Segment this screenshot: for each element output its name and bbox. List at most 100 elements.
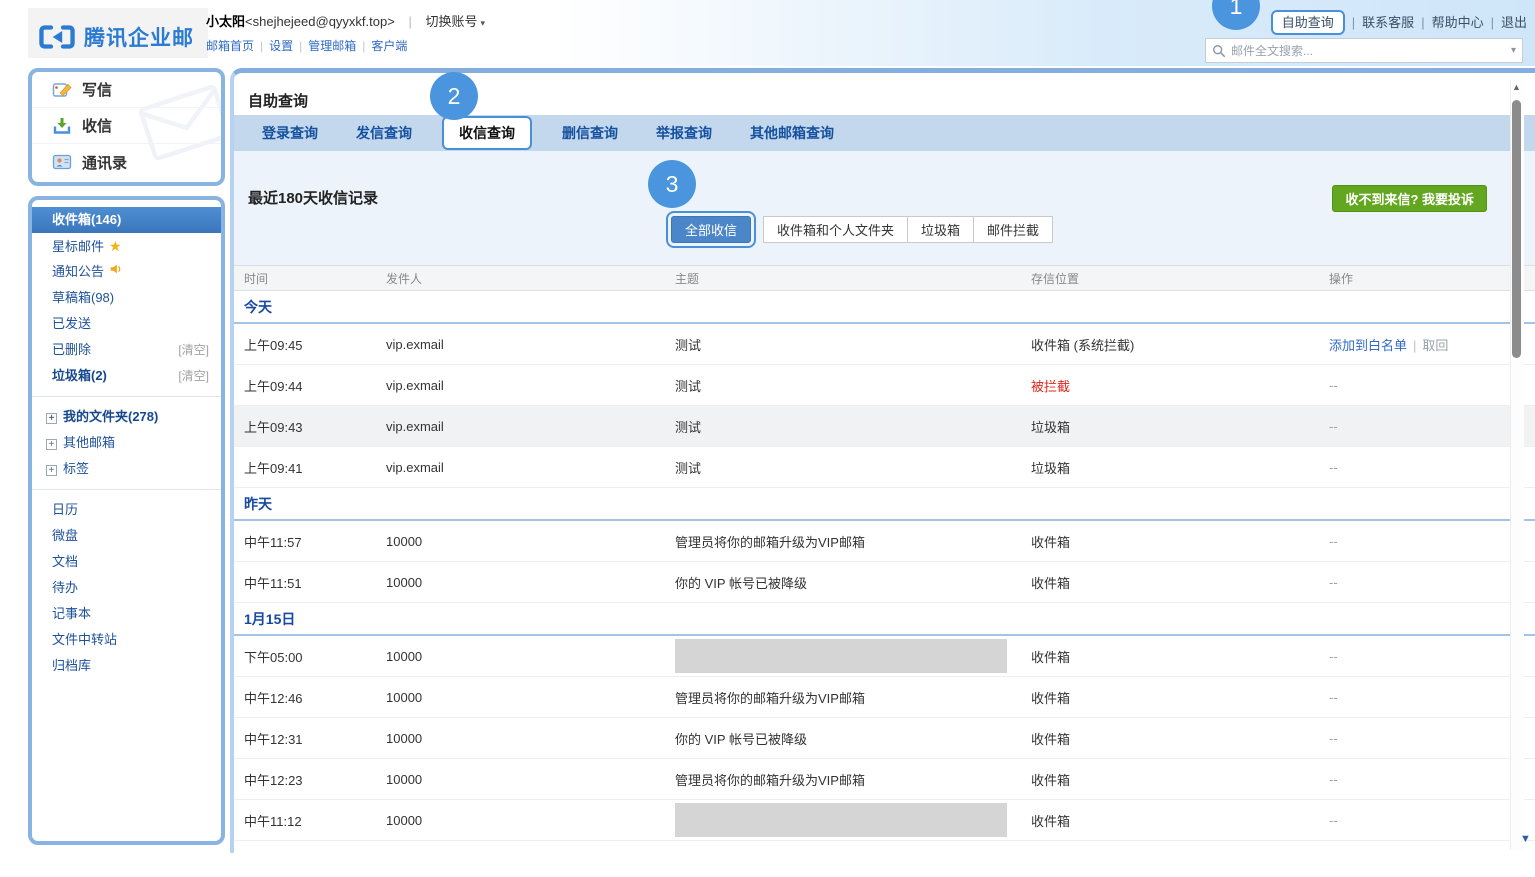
folder-label: 已删除 bbox=[52, 342, 91, 357]
cell-location: 收件箱 (系统拦截) bbox=[1031, 335, 1329, 354]
folder-item[interactable]: 垃圾箱(2)[清空] bbox=[32, 363, 221, 389]
location-text: 收件箱 bbox=[1031, 732, 1070, 747]
folder-tree-item[interactable]: +标签 bbox=[32, 456, 221, 482]
sidebar-action-button[interactable]: 写信 bbox=[32, 72, 221, 108]
app-shortcut[interactable]: 文档 bbox=[32, 549, 221, 575]
mail-search-box[interactable]: ▾ bbox=[1205, 38, 1523, 63]
app-shortcut[interactable]: 微盘 bbox=[32, 523, 221, 549]
column-header: 操作 bbox=[1329, 270, 1535, 287]
scroll-down-icon[interactable]: ▼ bbox=[1520, 833, 1531, 845]
query-toolbar: 最近180天收信记录 全部收信收件箱和个人文件夹垃圾箱邮件拦截 收不到来信? 我… bbox=[234, 151, 1535, 265]
cell-time: 中午11:57 bbox=[234, 532, 386, 551]
no-action-placeholder: -- bbox=[1329, 649, 1338, 664]
empty-folder-action[interactable]: [清空] bbox=[178, 363, 209, 389]
expand-plus-icon[interactable]: + bbox=[46, 413, 57, 424]
app-logo: 腾讯企业邮 bbox=[28, 8, 208, 58]
filter-button-4[interactable]: 邮件拦截 bbox=[973, 216, 1053, 243]
tab-5[interactable]: 举报查询 bbox=[656, 123, 712, 143]
folder-item[interactable]: 草稿箱(98) bbox=[32, 285, 221, 311]
no-action-placeholder: -- bbox=[1329, 378, 1338, 393]
tab-6[interactable]: 其他邮箱查询 bbox=[750, 123, 834, 143]
sidebar-action-label: 写信 bbox=[82, 79, 112, 100]
folder-item[interactable]: 星标邮件★ bbox=[32, 233, 221, 259]
column-header: 发件人 bbox=[386, 270, 675, 287]
tab-4[interactable]: 删信查询 bbox=[562, 123, 618, 143]
app-shortcut[interactable]: 记事本 bbox=[32, 601, 221, 627]
cell-time: 上午09:43 bbox=[234, 417, 386, 436]
cell-location: 收件箱 bbox=[1031, 647, 1329, 666]
cell-time: 下午05:00 bbox=[234, 647, 386, 666]
cell-actions: -- bbox=[1329, 813, 1535, 828]
cell-sender: vip.exmail bbox=[386, 378, 675, 393]
table-row: 上午09:45vip.exmail测试收件箱 (系统拦截)添加到白名单|取回 bbox=[234, 324, 1535, 365]
cell-time: 上午09:45 bbox=[234, 335, 386, 354]
folder-tree-item[interactable]: +我的文件夹(278) bbox=[32, 404, 221, 430]
cell-location: 收件箱 bbox=[1031, 729, 1329, 748]
cell-sender: 10000 bbox=[386, 731, 675, 746]
folder-label: 星标邮件 bbox=[52, 239, 104, 254]
table-row: 中午11:5710000管理员将你的邮箱升级为VIP邮箱收件箱-- bbox=[234, 521, 1535, 562]
switch-account-link[interactable]: 切换账号 bbox=[425, 14, 477, 29]
cell-subject bbox=[675, 803, 1031, 837]
search-input[interactable] bbox=[1231, 44, 1511, 58]
cell-time: 中午11:12 bbox=[234, 811, 386, 830]
folder-item[interactable]: 收件箱(146) bbox=[32, 207, 221, 233]
scrollbar-thumb[interactable] bbox=[1512, 100, 1521, 358]
app-shortcut[interactable]: 日历 bbox=[32, 497, 221, 523]
cell-actions: -- bbox=[1329, 575, 1535, 590]
table-row: 中午11:1210000收件箱-- bbox=[234, 800, 1535, 841]
cell-sender: vip.exmail bbox=[386, 419, 675, 434]
filter-button-2[interactable]: 收件箱和个人文件夹 bbox=[763, 216, 908, 243]
separator: | bbox=[299, 39, 302, 53]
cell-subject: 测试 bbox=[675, 458, 1031, 477]
folder-tree-item[interactable]: +其他邮箱 bbox=[32, 430, 221, 456]
expand-plus-icon[interactable]: + bbox=[46, 439, 57, 450]
folder-label: 收件箱(146) bbox=[52, 212, 121, 227]
location-text: 收件箱 bbox=[1031, 814, 1070, 829]
row-action-link[interactable]: 添加到白名单 bbox=[1329, 338, 1407, 353]
tab-3[interactable]: 收信查询 bbox=[442, 116, 532, 150]
search-dropdown-caret-icon[interactable]: ▾ bbox=[1511, 45, 1516, 56]
column-header: 时间 bbox=[234, 270, 386, 287]
scroll-up-icon[interactable]: ▲ bbox=[1512, 82, 1521, 92]
nav-link-2[interactable]: 设置 bbox=[269, 39, 293, 53]
table-header: 时间发件人主题存信位置操作 bbox=[234, 265, 1535, 291]
cell-actions: -- bbox=[1329, 460, 1535, 475]
nav-link-1[interactable]: 邮箱首页 bbox=[206, 39, 254, 53]
nav-link-4[interactable]: 客户端 bbox=[371, 39, 407, 53]
annotation-highlight-ring: 全部收信 bbox=[666, 211, 756, 248]
search-icon bbox=[1212, 44, 1226, 58]
expand-plus-icon[interactable]: + bbox=[46, 465, 57, 476]
column-header: 存信位置 bbox=[1031, 270, 1329, 287]
empty-folder-action[interactable]: [清空] bbox=[178, 337, 209, 363]
sidebar-action-button[interactable]: 通讯录 bbox=[32, 144, 221, 180]
app-shortcut[interactable]: 待办 bbox=[32, 575, 221, 601]
location-text: 收件箱 bbox=[1031, 691, 1070, 706]
app-shortcut[interactable]: 归档库 bbox=[32, 653, 221, 679]
filter-button-3[interactable]: 垃圾箱 bbox=[907, 216, 974, 243]
nav-link-3[interactable]: 管理邮箱 bbox=[308, 39, 356, 53]
top-link-3[interactable]: 帮助中心 bbox=[1432, 15, 1484, 30]
location-text: 收件箱 bbox=[1031, 773, 1070, 788]
top-link-2[interactable]: 联系客服 bbox=[1362, 15, 1414, 30]
redacted-subject-block bbox=[675, 639, 1007, 673]
tab-2[interactable]: 发信查询 bbox=[356, 123, 412, 143]
location-text: 收件箱 bbox=[1031, 576, 1070, 591]
cell-sender: 10000 bbox=[386, 649, 675, 664]
self-service-query-link[interactable]: 自助查询 bbox=[1271, 10, 1345, 35]
tab-1[interactable]: 登录查询 bbox=[262, 123, 318, 143]
separator: | bbox=[260, 39, 263, 53]
sidebar-action-button[interactable]: 收信 bbox=[32, 108, 221, 144]
filter-button-1[interactable]: 全部收信 bbox=[671, 216, 751, 243]
app-shortcut[interactable]: 文件中转站 bbox=[32, 627, 221, 653]
folder-item[interactable]: 已发送 bbox=[32, 311, 221, 337]
cell-location: 收件箱 bbox=[1031, 573, 1329, 592]
folder-item[interactable]: 已删除 [清空] bbox=[32, 337, 221, 363]
cell-sender: vip.exmail bbox=[386, 337, 675, 352]
cell-sender: 10000 bbox=[386, 575, 675, 590]
chevron-down-icon: ▾ bbox=[480, 18, 485, 28]
complain-button[interactable]: 收不到来信? 我要投诉 bbox=[1332, 185, 1487, 212]
folder-item[interactable]: 通知公告 bbox=[32, 259, 221, 285]
separator: | bbox=[1421, 15, 1424, 30]
top-link-4[interactable]: 退出 bbox=[1501, 15, 1527, 30]
